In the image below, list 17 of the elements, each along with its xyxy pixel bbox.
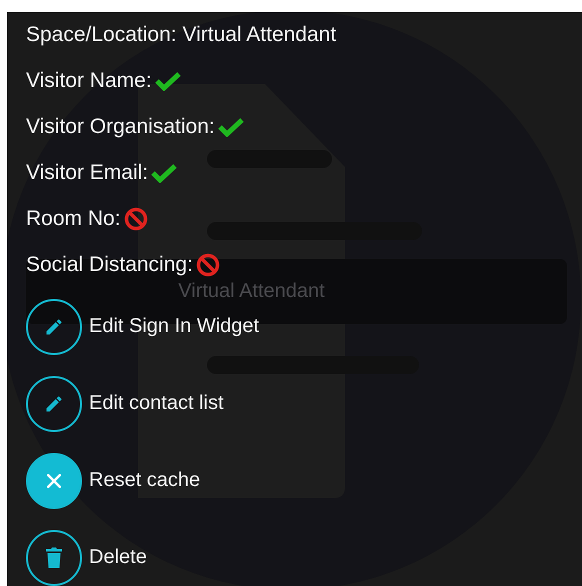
- action-link[interactable]: Delete: [89, 546, 147, 569]
- detail-label: Visitor Organisation:: [26, 115, 215, 139]
- action-circle-button[interactable]: [26, 530, 82, 586]
- detail-label: Social Distancing:: [26, 253, 193, 277]
- detail-label: Room No:: [26, 207, 121, 231]
- action-link[interactable]: Edit contact list: [89, 392, 224, 415]
- detail-label: Visitor Name:: [26, 69, 152, 93]
- pencil-icon: [44, 316, 64, 336]
- pencil-icon: [44, 394, 64, 414]
- detail-label: Visitor Email:: [26, 161, 148, 185]
- action-circle-button[interactable]: [26, 298, 82, 354]
- detail-label: Space/Location: Virtual Attendant: [26, 23, 336, 47]
- trash-icon: [45, 546, 63, 568]
- action-link[interactable]: Edit Sign In Widget: [89, 315, 260, 338]
- preview-title: Virtual Attendant: [178, 280, 325, 303]
- action-link[interactable]: Reset cache: [89, 469, 200, 492]
- action-circle-button[interactable]: [26, 376, 82, 432]
